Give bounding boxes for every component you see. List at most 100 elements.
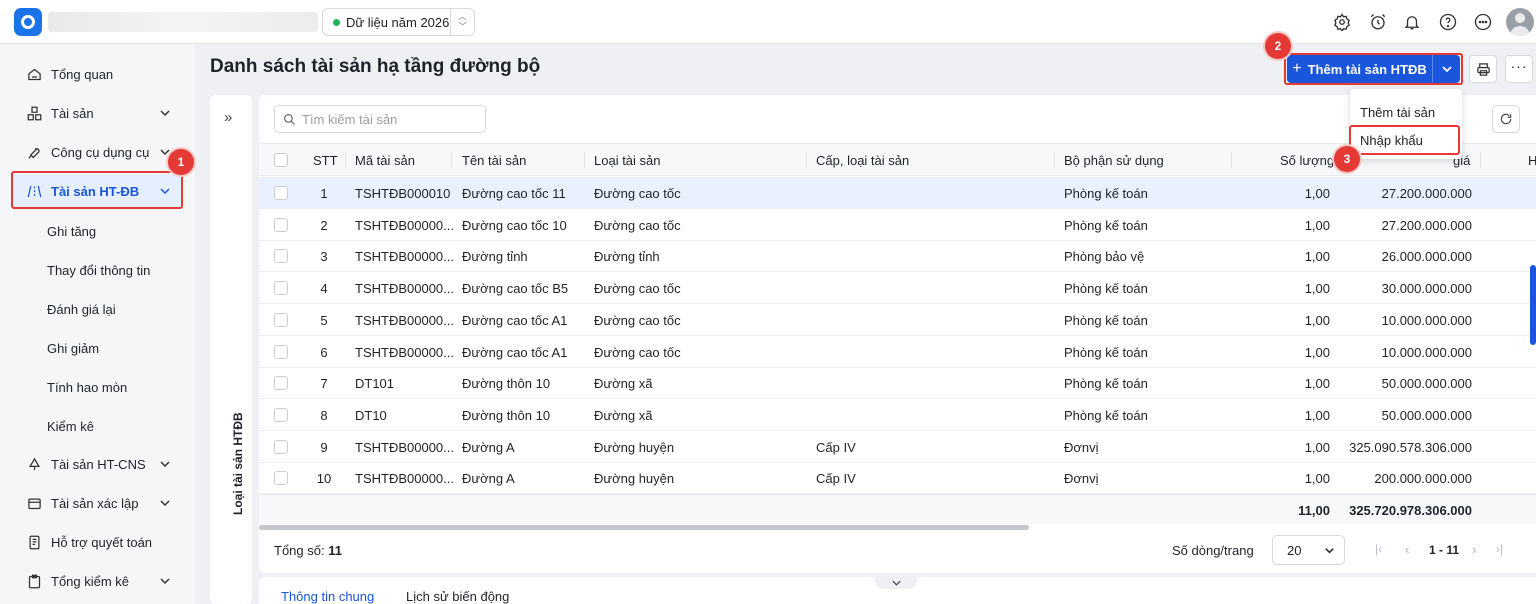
- chevron-down-icon: [160, 461, 170, 468]
- tab-change-history[interactable]: Lịch sử biến động: [406, 589, 509, 604]
- subitem-inventory[interactable]: Kiểm kê: [47, 419, 94, 434]
- row-checkbox[interactable]: [274, 217, 288, 232]
- table-row[interactable]: 8 DT10 Đường thôn 10 Đường xã Phòng kế toán 1…: [259, 399, 1536, 431]
- cell-code: TSHTĐB00000...: [355, 217, 454, 233]
- app-logo[interactable]: [14, 8, 42, 36]
- col-stt[interactable]: STT: [313, 153, 338, 168]
- cell-type: Đường xã: [594, 376, 653, 392]
- cell-code: TSHTĐB00000...: [355, 344, 454, 360]
- table-row[interactable]: 3 TSHTĐB00000... Đường tỉnh Đường tỉnh Phòng…: [259, 240, 1536, 273]
- expand-panel-button[interactable]: »: [224, 109, 232, 126]
- vertical-scrollbar[interactable]: [1530, 265, 1536, 345]
- cell-value: 30.000.000.000: [1381, 281, 1472, 297]
- select-all-checkbox[interactable]: [274, 153, 288, 167]
- year-spinner[interactable]: ︿ ﹀: [450, 9, 474, 35]
- row-checkbox[interactable]: [274, 186, 288, 200]
- table-row[interactable]: 9 TSHTĐB00000... Đường A Đường huyện Cấp IV Đ…: [259, 431, 1536, 463]
- help-icon[interactable]: [1437, 11, 1459, 33]
- cell-dept: Phòng bảo vệ: [1064, 249, 1145, 265]
- cell-name: Đường cao tốc 10: [462, 217, 567, 233]
- sidebar-item-cns-assets[interactable]: Tài sản HT-CNS: [12, 447, 183, 481]
- more-actions-button[interactable]: ···: [1505, 55, 1533, 83]
- row-checkbox[interactable]: [274, 344, 288, 359]
- page-range: 1 - 11: [1429, 543, 1460, 557]
- cell-value: 27.200.000.000: [1381, 217, 1472, 233]
- row-checkbox[interactable]: [274, 312, 288, 327]
- row-checkbox[interactable]: [274, 376, 288, 391]
- row-checkbox[interactable]: [274, 439, 288, 454]
- col-type[interactable]: Loại tài sản: [594, 153, 661, 168]
- subitem-increase[interactable]: Ghi tăng: [47, 224, 96, 239]
- horizontal-scrollbar[interactable]: [259, 525, 1029, 530]
- chevron-down-icon: [891, 580, 901, 586]
- row-checkbox[interactable]: [274, 281, 288, 296]
- subitem-depreciation[interactable]: Tính hao mòn: [47, 380, 127, 395]
- sidebar-item-total-inventory[interactable]: Tổng kiểm kê: [12, 564, 183, 598]
- cell-stt: 1: [320, 186, 328, 201]
- sidebar-item-label: Tài sản HT-CNS: [51, 456, 146, 472]
- cell-level: Cấp IV: [816, 471, 856, 487]
- col-qty[interactable]: Số lượng: [1280, 153, 1334, 168]
- print-button[interactable]: [1469, 55, 1497, 83]
- home-icon: [26, 66, 42, 82]
- search-box[interactable]: [274, 105, 486, 133]
- bell-icon[interactable]: [1401, 11, 1423, 33]
- table-row[interactable]: 10 TSHTĐB00000... Đường A Đường huyện Cấp IV…: [259, 462, 1536, 495]
- table-row[interactable]: 1 TSHTĐB000010 Đường cao tốc 11 Đường cao t…: [259, 177, 1536, 209]
- col-name[interactable]: Tên tài sản: [462, 153, 526, 168]
- cell-name: Đường A: [462, 439, 515, 455]
- sidebar-item-tools[interactable]: Công cụ dụng cụ: [12, 135, 183, 169]
- collapse-detail-button[interactable]: [875, 577, 917, 589]
- step-badge-1: 1: [168, 149, 194, 175]
- first-page-icon[interactable]: |‹: [1375, 542, 1382, 556]
- tab-general-info[interactable]: Thông tin chung: [281, 589, 374, 604]
- user-avatar[interactable]: [1506, 8, 1534, 36]
- last-page-icon[interactable]: ›|: [1496, 542, 1503, 556]
- cell-type: Đường cao tốc: [594, 186, 681, 201]
- row-checkbox[interactable]: [274, 249, 288, 264]
- sidebar-item-settlement-support[interactable]: Hỗ trợ quyết toán: [12, 525, 183, 559]
- sidebar-item-established-assets[interactable]: Tài sản xác lập: [12, 486, 183, 520]
- row-checkbox[interactable]: [274, 471, 288, 486]
- col-dept[interactable]: Bộ phận sử dụng: [1064, 153, 1164, 168]
- settings-icon[interactable]: [1331, 11, 1353, 33]
- alarm-icon[interactable]: [1367, 11, 1389, 33]
- total-value: 325.720.978.306.000: [1349, 503, 1472, 518]
- cell-code: TSHTĐB00000...: [355, 281, 454, 297]
- cell-stt: 2: [320, 217, 328, 233]
- table-row[interactable]: 4 TSHTĐB00000... Đường cao tốc B5 Đường cao…: [259, 272, 1536, 305]
- clipboard-icon: [26, 573, 42, 589]
- sidebar-item-label: Tổng quan: [51, 66, 114, 82]
- col-code[interactable]: Mã tài sản: [355, 153, 415, 168]
- cell-name: Đường cao tốc A1: [462, 312, 568, 328]
- search-input[interactable]: [302, 111, 472, 127]
- table-row[interactable]: 5 TSHTĐB00000... Đường cao tốc A1 Đường cao…: [259, 304, 1536, 336]
- subitem-change-info[interactable]: Thay đổi thông tin: [47, 263, 150, 278]
- cell-type: Đường cao tốc: [594, 217, 681, 233]
- menu-item-add-asset[interactable]: Thêm tài sản: [1360, 105, 1435, 120]
- search-icon: [284, 113, 295, 125]
- cell-type: Đường huyện: [594, 471, 675, 487]
- col-level[interactable]: Cấp, loại tài sản: [816, 153, 909, 168]
- table-row[interactable]: 7 DT101 Đường thôn 10 Đường xã Phòng kế toán…: [259, 367, 1536, 400]
- subitem-revalue[interactable]: Đánh giá lại: [47, 302, 116, 317]
- total-label: Tổng số:: [274, 543, 325, 558]
- table-footer: Tổng số: 11 Số dòng/trang 20 |‹ ‹ 1 - 11…: [259, 533, 1536, 573]
- year-selector[interactable]: Dữ liệu năm 2026 ︿ ﹀: [322, 8, 475, 36]
- table-row[interactable]: 6 TSHTĐB00000... Đường cao tốc A1 Đường cao…: [259, 336, 1536, 368]
- status-dot: [333, 18, 340, 26]
- sidebar-item-overview[interactable]: Tổng quan: [12, 57, 183, 91]
- sidebar-item-assets[interactable]: Tài sản: [12, 96, 183, 130]
- prev-page-icon[interactable]: ‹: [1405, 541, 1410, 557]
- more-icon[interactable]: [1472, 11, 1494, 33]
- row-checkbox[interactable]: [274, 407, 288, 422]
- next-page-icon[interactable]: ›: [1472, 541, 1477, 557]
- cell-level: Cấp IV: [816, 439, 856, 455]
- table-row[interactable]: 2 TSHTĐB00000... Đường cao tốc 10 Đường cao…: [259, 209, 1536, 241]
- highlight-box-road-assets: [11, 171, 183, 209]
- cloud-icon: [26, 456, 42, 472]
- tools-icon: [26, 144, 42, 160]
- refresh-button[interactable]: [1492, 105, 1520, 133]
- page-size-select[interactable]: 20: [1272, 535, 1345, 565]
- subitem-decrease[interactable]: Ghi giảm: [47, 341, 99, 356]
